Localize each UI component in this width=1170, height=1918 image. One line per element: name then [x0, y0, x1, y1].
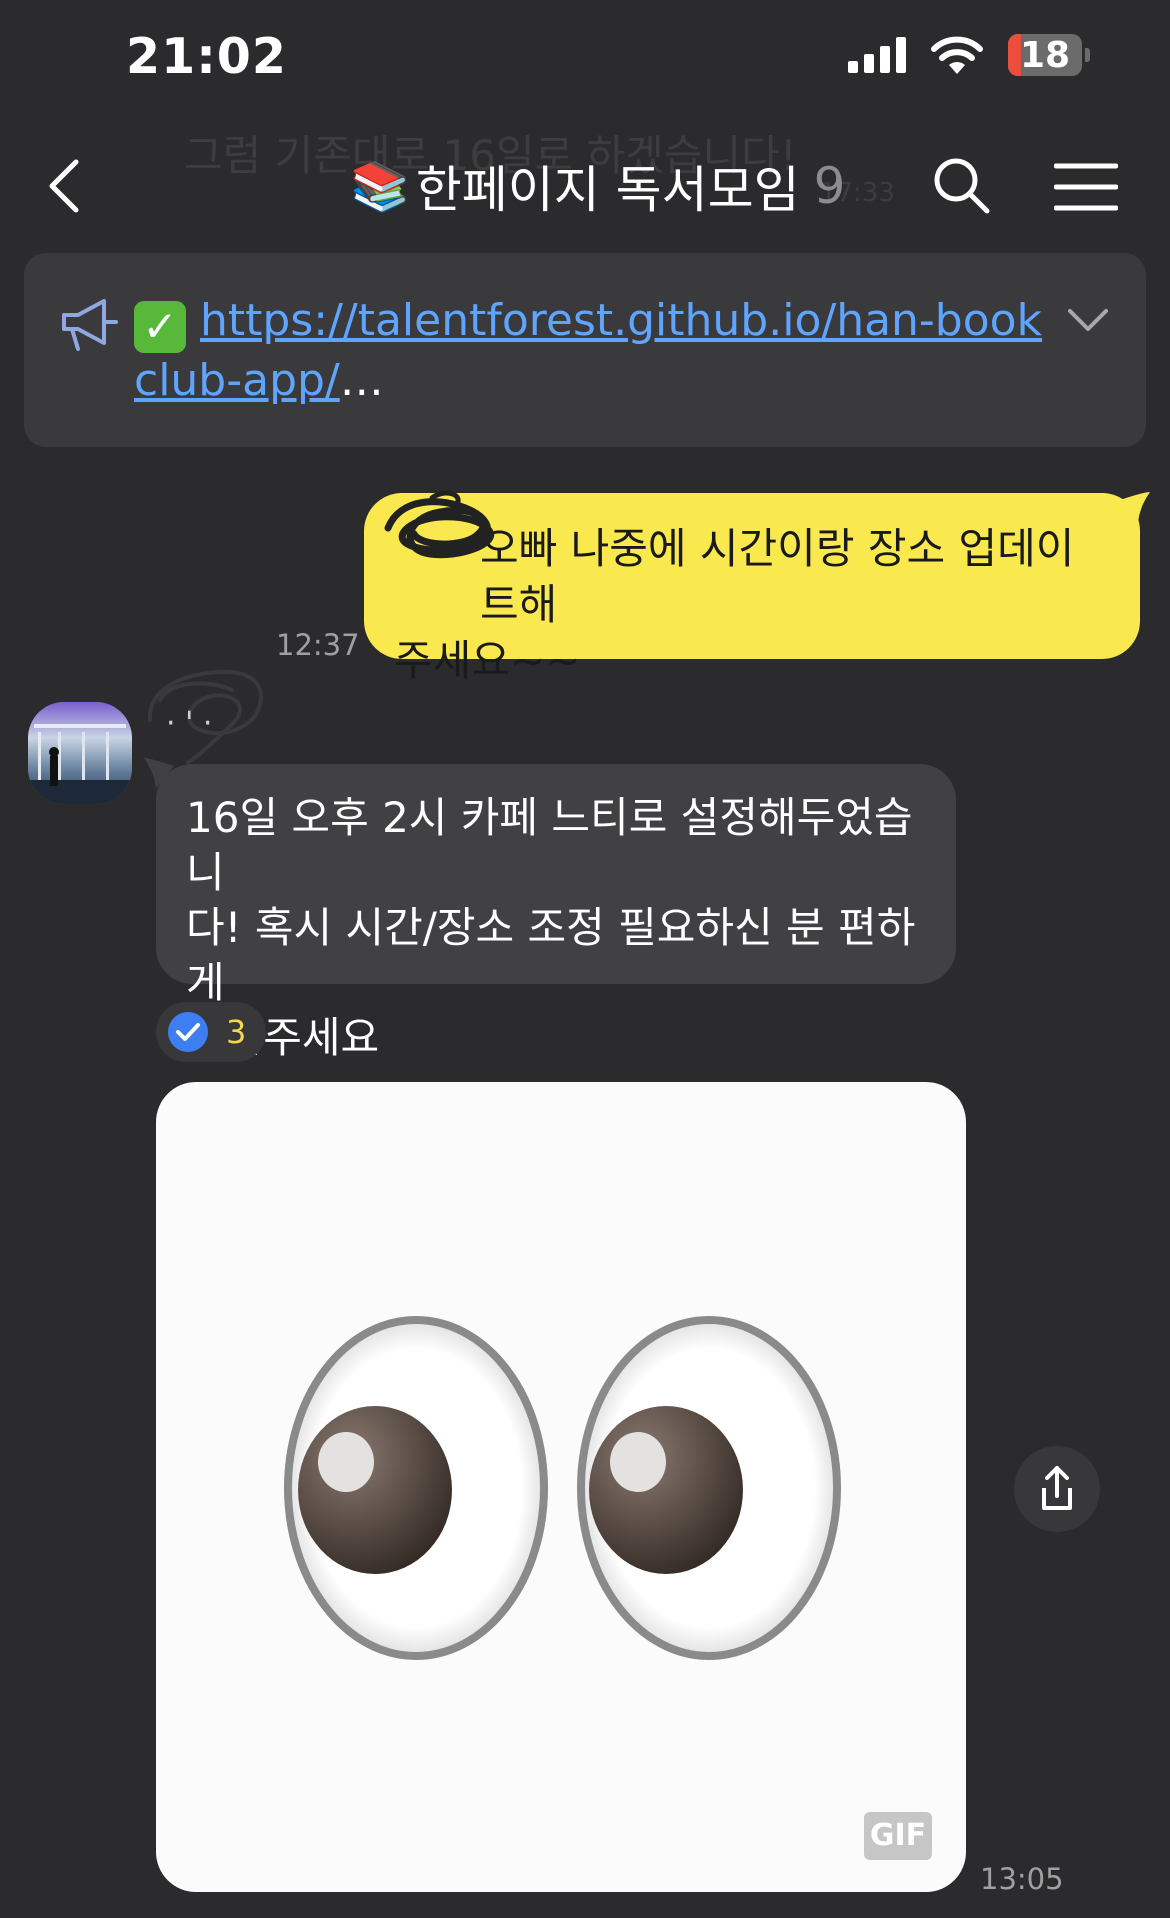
notice-link[interactable]: https://talentforest.github.io/han-bookc… [134, 295, 1042, 406]
megaphone-icon [62, 299, 118, 351]
reaction-badge[interactable]: 3 [156, 1002, 266, 1062]
reaction-count: 3 [226, 1013, 247, 1051]
chat-screen: 21:02 18 그럼 기존대로 16일로 하겠습니다! 17:33 📚 한페이… [0, 0, 1170, 1918]
sender-name: · ' · [166, 706, 213, 741]
search-icon [934, 158, 990, 214]
notice-ellipsis: … [339, 355, 384, 406]
outgoing-message-time: 12:37 [276, 628, 360, 662]
menu-button[interactable] [1054, 162, 1118, 212]
sender-avatar[interactable] [28, 702, 132, 804]
member-count: 9 [813, 157, 846, 215]
status-icons: 18 [848, 34, 1090, 76]
battery-level: 18 [1019, 34, 1071, 76]
incoming-message-line1: 16일 오후 2시 카페 느티로 설정해두었습니 [186, 793, 913, 897]
gif-message[interactable]: GIF [156, 1082, 966, 1892]
incoming-message-bubble[interactable]: 16일 오후 2시 카페 느티로 설정해두었습니 다! 혹시 시간/장소 조정 … [156, 764, 956, 1062]
chat-room-name: 한페이지 독서모임 [415, 161, 800, 219]
check-mark-icon: ✓ [134, 301, 186, 353]
books-icon: 📚 [350, 158, 410, 215]
notice-text: ✓ https://talentforest.github.io/han-book… [134, 293, 1064, 409]
incoming-message-line2: 다! 혹시 시간/장소 조정 필요하신 분 편하게 [186, 903, 916, 1007]
check-circle-icon [168, 1012, 208, 1052]
gif-badge: GIF [864, 1812, 932, 1860]
share-button[interactable] [1014, 1446, 1100, 1532]
chevron-down-icon [1068, 309, 1108, 331]
pinned-notice[interactable]: ✓ https://talentforest.github.io/han-book… [24, 253, 1146, 447]
status-time: 21:02 [126, 28, 287, 85]
expand-notice-button[interactable] [1066, 305, 1110, 335]
outgoing-message-line2: 주세요~~ [394, 636, 581, 685]
redaction-scribble [384, 490, 495, 559]
battery-indicator: 18 [1008, 34, 1090, 76]
hamburger-icon [1054, 163, 1118, 211]
back-button[interactable] [40, 150, 90, 220]
search-button[interactable] [932, 156, 992, 216]
eyes-emoji-image [284, 1316, 841, 1660]
chat-title[interactable]: 📚 한페이지 독서모임 9 [350, 150, 845, 222]
chevron-left-icon [49, 159, 79, 213]
wifi-icon [931, 36, 983, 74]
incoming-message-line3: 말씀주세요 [186, 1013, 380, 1062]
gif-message-time: 13:05 [980, 1862, 1064, 1896]
cellular-signal-icon [848, 37, 906, 73]
share-icon [1042, 1466, 1072, 1510]
